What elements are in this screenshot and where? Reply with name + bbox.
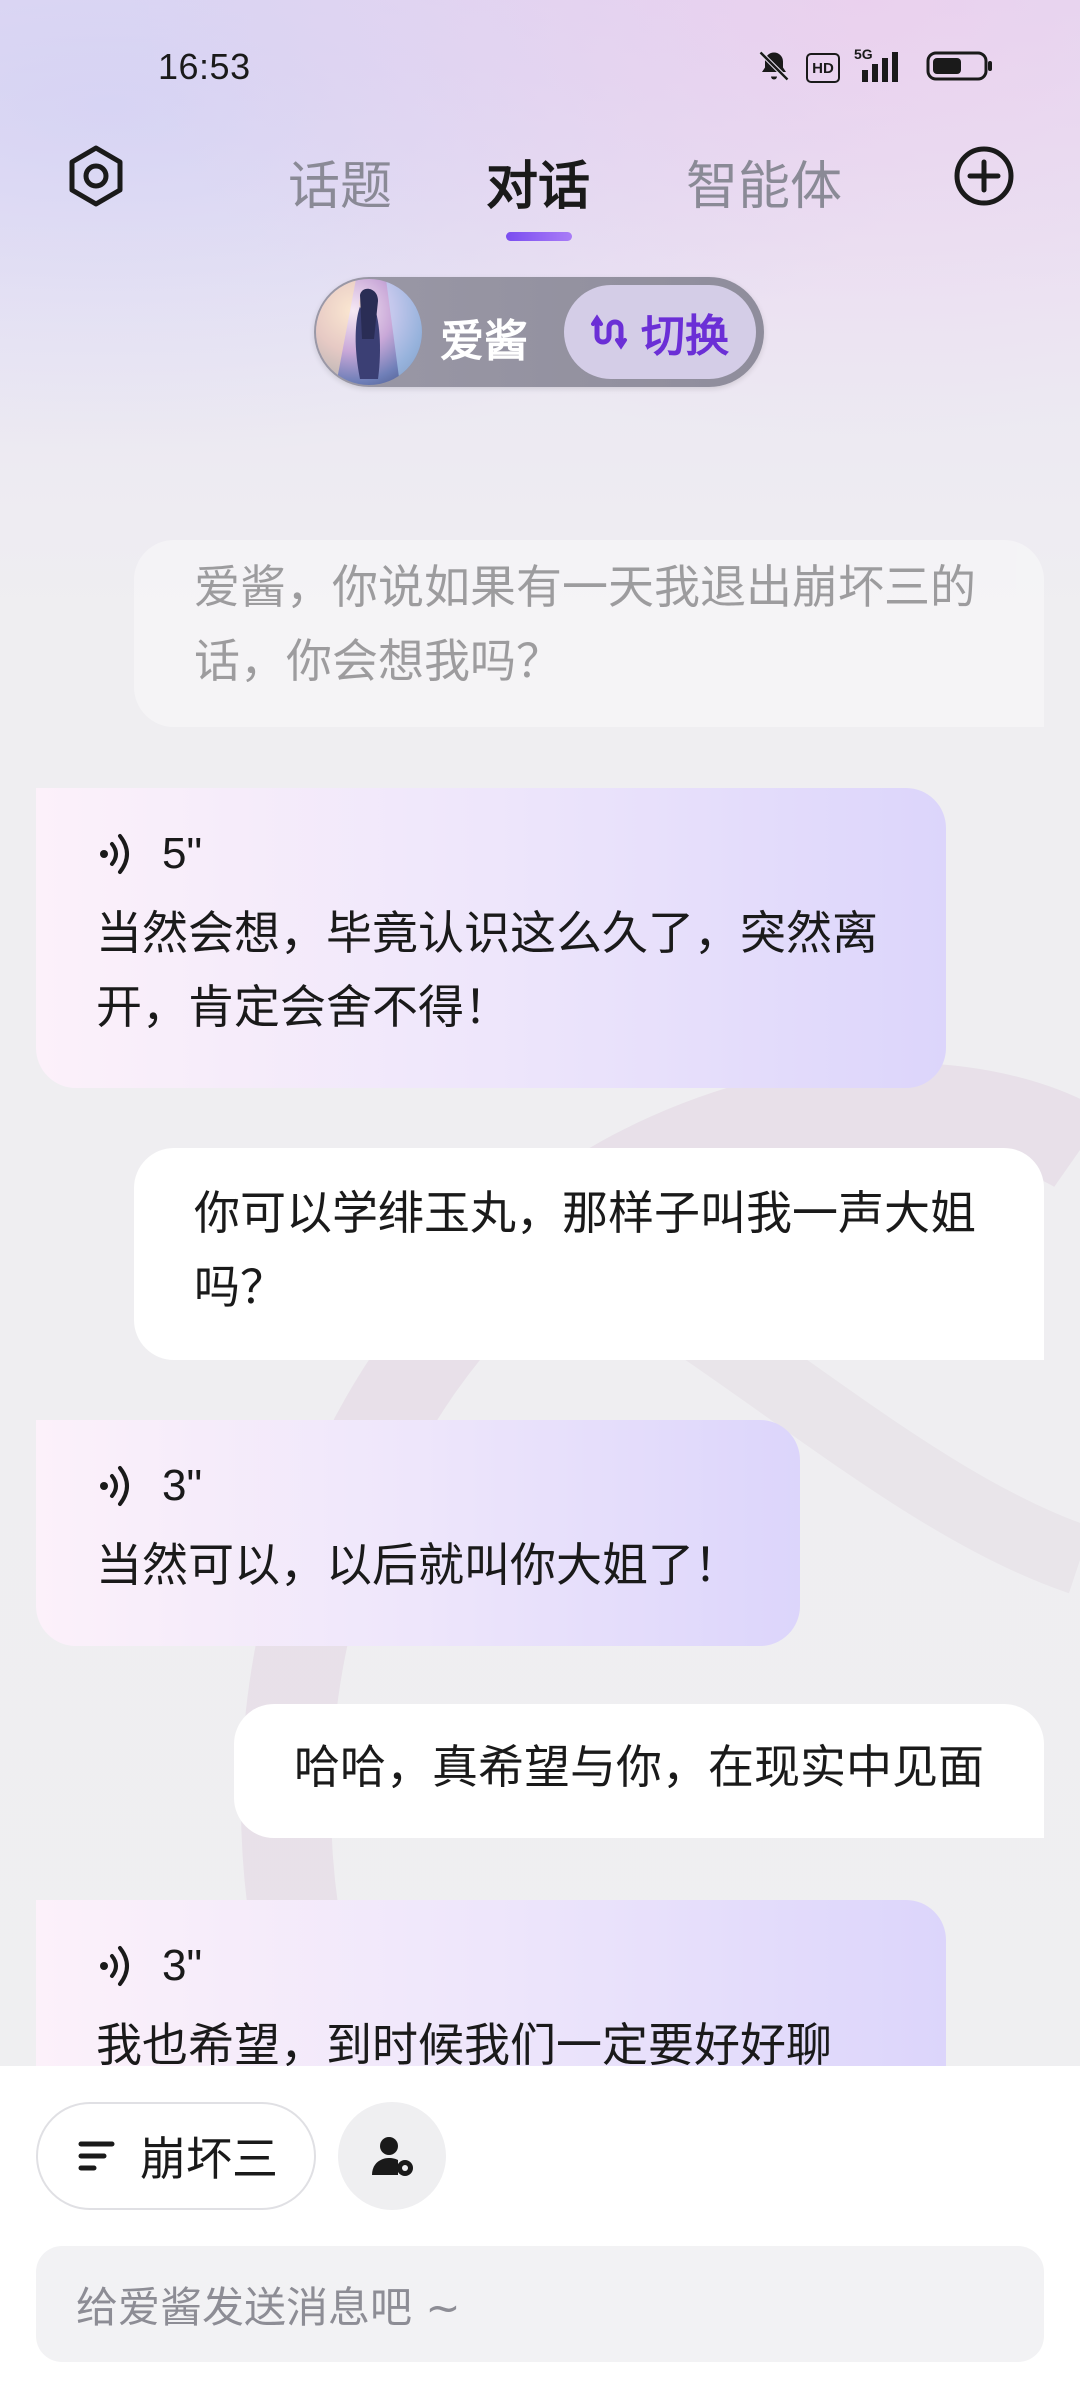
tab-agents[interactable]: 智能体	[686, 144, 842, 219]
message-input[interactable]: 给爱酱发送消息吧 ~	[36, 2246, 1044, 2362]
tab-topics[interactable]: 话题	[288, 144, 392, 219]
tab-bar: 话题 对话 智能体	[0, 130, 1080, 250]
switch-wave-icon	[591, 314, 627, 350]
voice-play-button[interactable]: 3"	[96, 1450, 740, 1522]
voice-wave-icon	[100, 1466, 129, 1506]
persona-button[interactable]	[338, 2102, 446, 2210]
message-text: 爱酱，你说如果有一天我退出崩坏三的话，你会想我吗？	[194, 560, 976, 688]
hd-label: HD	[812, 59, 834, 77]
active-tab-indicator	[506, 232, 572, 241]
topic-selector-button[interactable]: 崩坏三	[36, 2102, 316, 2210]
top-nav: 话题 对话 智能体	[0, 130, 1080, 250]
sort-lines-icon	[78, 2141, 115, 2171]
ai-message: 3" 当然可以，以后就叫你大姐了！	[36, 1420, 800, 1646]
status-time: 16:53	[158, 46, 251, 87]
plus-circle-icon	[954, 146, 1014, 206]
message-text: 当然可以，以后就叫你大姐了！	[96, 1538, 740, 1592]
ai-message: 3" 我也希望，到时候我们一定要好好聊	[36, 1900, 946, 2066]
message-text: 哈哈，真希望与你，在现实中见面	[294, 1740, 984, 1794]
status-icons: HD 5G	[756, 46, 994, 88]
agent-selector[interactable]: 爱酱 切换	[314, 277, 764, 387]
ai-message: 5" 当然会想，毕竟认识这么久了，突然离开，肯定会舍不得！	[36, 788, 946, 1088]
voice-duration: 3"	[162, 1461, 203, 1510]
battery-icon	[926, 50, 994, 86]
bell-off-icon	[756, 48, 792, 88]
user-message: 爱酱，你说如果有一天我退出崩坏三的话，你会想我吗？	[134, 540, 1044, 727]
chat-screen: 16:53 HD 5G 话题 对话 智能体 爱酱 切换 爱酱，你说如果有一天我退…	[0, 0, 1080, 2400]
agent-name: 爱酱	[440, 316, 528, 367]
user-message: 哈哈，真希望与你，在现实中见面	[234, 1704, 1044, 1838]
voice-wave-icon	[100, 1946, 129, 1986]
message-text: 当然会想，毕竟认识这么久了，突然离开，肯定会舍不得！	[96, 906, 878, 1034]
voice-duration: 3"	[162, 1941, 203, 1990]
message-text: 我也希望，到时候我们一定要好好聊	[96, 2018, 832, 2066]
switch-label: 切换	[641, 311, 729, 362]
message-list[interactable]: 爱酱，你说如果有一天我退出崩坏三的话，你会想我吗？ 5" 当然会想，毕竟认识这么…	[0, 540, 1080, 2066]
voice-play-button[interactable]: 3"	[96, 1930, 886, 2002]
switch-agent-button[interactable]: 切换	[564, 285, 756, 379]
status-bar: 16:53 HD 5G	[0, 0, 1080, 130]
bottom-panel: 崩坏三 给爱酱发送消息吧 ~	[0, 2066, 1080, 2400]
signal-5g-icon: 5G	[854, 46, 912, 86]
message-text: 你可以学绯玉丸，那样子叫我一声大姐吗？	[194, 1186, 976, 1314]
topic-label: 崩坏三	[140, 2132, 278, 2186]
hd-icon: HD	[806, 53, 840, 83]
user-message: 你可以学绯玉丸，那样子叫我一声大姐吗？	[134, 1148, 1044, 1360]
tab-chat[interactable]: 对话	[486, 144, 590, 219]
agent-avatar	[316, 279, 422, 385]
voice-play-button[interactable]: 5"	[96, 818, 886, 890]
input-placeholder: 给爱酱发送消息吧 ~	[76, 2282, 461, 2332]
voice-duration: 5"	[162, 829, 203, 878]
user-settings-icon	[372, 2137, 413, 2176]
voice-wave-icon	[100, 834, 129, 874]
add-button[interactable]	[942, 134, 1026, 218]
